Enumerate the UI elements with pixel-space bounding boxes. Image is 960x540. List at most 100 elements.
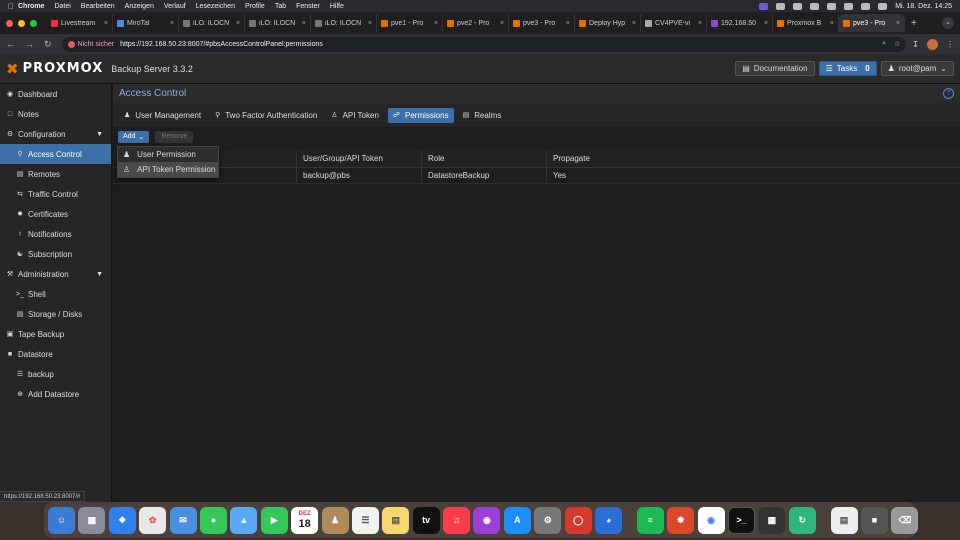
close-window-icon[interactable] xyxy=(6,19,13,27)
column-header-role[interactable]: Role xyxy=(421,150,546,167)
app-store-icon[interactable]: A xyxy=(503,506,531,534)
download-icon[interactable]: ↧ xyxy=(912,40,919,49)
zoom-icon[interactable]: ⌕ xyxy=(882,40,886,48)
chrome-icon[interactable]: ◉ xyxy=(697,506,725,534)
table-row[interactable]: backup@pbs DatastoreBackup Yes xyxy=(113,168,960,184)
launchpad-icon[interactable]: ▦ xyxy=(78,506,106,534)
browser-tab[interactable]: pve2 - Pro × xyxy=(443,14,509,32)
browser-tab[interactable]: Livestream × xyxy=(47,14,113,32)
close-tab-icon[interactable]: × xyxy=(170,20,174,27)
apple-tv-icon[interactable]: tv xyxy=(412,506,440,534)
address-bar[interactable]: Nicht sicher https://192.168.50.23:8007/… xyxy=(61,36,907,52)
contacts-icon[interactable]: ♟ xyxy=(321,506,349,534)
apple-icon[interactable]:  xyxy=(8,2,18,11)
time-machine-icon[interactable] xyxy=(793,2,803,10)
collapse-caret-icon[interactable]: ▼ xyxy=(96,271,103,278)
search-icon[interactable] xyxy=(861,2,871,10)
sidebar-item-shell[interactable]: >_ Shell xyxy=(0,284,111,304)
bookmark-star-icon[interactable]: ☆ xyxy=(894,40,900,48)
remove-button[interactable]: Remove xyxy=(155,130,194,143)
browser-tab[interactable]: CV4PVE-vi × xyxy=(641,14,707,32)
sidebar-item-access-control[interactable]: ⚲ Access Control xyxy=(0,144,111,164)
tab-user-management[interactable]: ♟ User Management xyxy=(119,108,206,123)
more-menu-icon[interactable]: ⋮ xyxy=(946,40,954,49)
sidebar-item-subscription[interactable]: ☯ Subscription xyxy=(0,244,111,264)
calendar-icon[interactable]: DEZ 18 xyxy=(291,506,319,534)
zoom-window-icon[interactable] xyxy=(30,19,37,27)
close-tab-icon[interactable]: × xyxy=(566,20,570,27)
browser-tab[interactable]: pve1 - Pro × xyxy=(377,14,443,32)
close-tab-icon[interactable]: × xyxy=(302,20,306,27)
finder-icon[interactable]: ☺ xyxy=(48,506,75,534)
pixelmator-icon[interactable]: ✹ xyxy=(667,506,695,534)
browser-tab[interactable]: Deploy Hyp × xyxy=(575,14,641,32)
messages-icon[interactable]: ● xyxy=(199,506,227,534)
sidebar-item-datastore[interactable]: ■ Datastore xyxy=(0,344,111,364)
tab-two-factor[interactable]: ⚲ Two Factor Authentication xyxy=(210,108,322,123)
browser-tab[interactable]: Proxmox B × xyxy=(773,14,839,32)
sidebar-item-certificates[interactable]: ✹ Certificates xyxy=(0,204,111,224)
tab-api-token[interactable]: ♙ API Token xyxy=(326,108,384,123)
recent-folder-icon[interactable]: ■ xyxy=(860,506,888,534)
add-button[interactable]: Add ⌄ xyxy=(118,130,150,143)
menubar-clock[interactable]: Mi. 18. Dez. 14:25 xyxy=(895,3,952,10)
menu-verlauf[interactable]: Verlauf xyxy=(164,3,186,10)
close-tab-icon[interactable]: × xyxy=(236,20,240,27)
battery-icon[interactable] xyxy=(810,2,820,10)
spotify-icon[interactable]: ≈ xyxy=(636,506,664,534)
close-tab-icon[interactable]: × xyxy=(632,20,636,27)
mail-icon[interactable]: ✉ xyxy=(169,506,197,534)
sidebar-item-add-datastore[interactable]: ⊕ Add Datastore xyxy=(0,384,111,404)
menu-anzeigen[interactable]: Anzeigen xyxy=(125,3,154,10)
sidebar-item-traffic-control[interactable]: ⇆ Traffic Control xyxy=(0,184,111,204)
help-icon[interactable]: ? xyxy=(943,88,954,99)
maps-icon[interactable]: ▲ xyxy=(230,506,258,534)
close-tab-icon[interactable]: × xyxy=(896,20,900,27)
sidebar-item-dashboard[interactable]: ◉ Dashboard xyxy=(0,84,111,104)
network-tool-icon[interactable]: ◕ xyxy=(595,506,623,534)
browser-tab[interactable]: 192.168.50 × xyxy=(707,14,773,32)
forward-icon[interactable]: → xyxy=(25,39,34,49)
music-icon[interactable]: ♫ xyxy=(443,506,471,534)
tasks-button[interactable]: ☰ Tasks 0 xyxy=(818,61,877,76)
documentation-button[interactable]: ▤ Documentation xyxy=(735,61,815,76)
notes-app-icon[interactable]: ▤ xyxy=(382,506,410,534)
trash-icon[interactable]: ⌫ xyxy=(891,506,919,534)
back-icon[interactable]: ← xyxy=(6,39,15,49)
tab-realms[interactable]: ▤ Realms xyxy=(458,108,507,123)
user-icon[interactable] xyxy=(827,2,837,10)
menu-item-user-permission[interactable]: ♟ User Permission xyxy=(118,147,218,162)
screen-share-icon[interactable] xyxy=(759,2,769,10)
password-app-icon[interactable]: ◯ xyxy=(564,506,592,534)
menu-item-api-token-permission[interactable]: ♙ API Token Permission xyxy=(118,162,218,177)
sidebar-item-notes[interactable]: □ Notes xyxy=(0,104,111,124)
reminders-icon[interactable]: ☰ xyxy=(351,506,379,534)
close-tab-icon[interactable]: × xyxy=(104,20,108,27)
close-tab-icon[interactable]: × xyxy=(368,20,372,27)
menu-lesezeichen[interactable]: Lesezeichen xyxy=(196,3,235,10)
sidebar-item-administration[interactable]: ⚒ Administration ▼ xyxy=(0,264,111,284)
menu-datei[interactable]: Datei xyxy=(54,3,70,10)
close-tab-icon[interactable]: × xyxy=(698,20,702,27)
sidebar-item-configuration[interactable]: ⚙ Configuration ▼ xyxy=(0,124,111,144)
minimize-window-icon[interactable] xyxy=(18,19,25,27)
podcasts-icon[interactable]: ◉ xyxy=(473,506,501,534)
sidebar-item-storage-disks[interactable]: ▤ Storage / Disks xyxy=(0,304,111,324)
close-tab-icon[interactable]: × xyxy=(434,20,438,27)
tab-permissions[interactable]: ☍ Permissions xyxy=(387,107,454,123)
browser-tab[interactable]: iLO: ILOCN × xyxy=(245,14,311,32)
volume-icon[interactable] xyxy=(776,2,786,10)
new-tab-icon[interactable]: + xyxy=(911,18,917,29)
system-settings-icon[interactable]: ⚙ xyxy=(534,506,562,534)
browser-tab[interactable]: pve3 - Pro × xyxy=(509,14,575,32)
collapse-caret-icon[interactable]: ▼ xyxy=(96,131,103,138)
wifi-icon[interactable] xyxy=(844,2,854,10)
browser-tab[interactable]: iLO: ILOCN × xyxy=(311,14,377,32)
browser-tab[interactable]: MiroTal × xyxy=(113,14,179,32)
sidebar-item-backup[interactable]: ☰ backup xyxy=(0,364,111,384)
photos-icon[interactable]: ✿ xyxy=(139,506,167,534)
tab-search-icon[interactable]: ⌄ xyxy=(942,17,954,29)
menu-hilfe[interactable]: Hilfe xyxy=(330,3,344,10)
browser-tab[interactable]: pve3 - Pro × xyxy=(839,14,905,32)
safari-icon[interactable]: ❖ xyxy=(108,506,136,534)
